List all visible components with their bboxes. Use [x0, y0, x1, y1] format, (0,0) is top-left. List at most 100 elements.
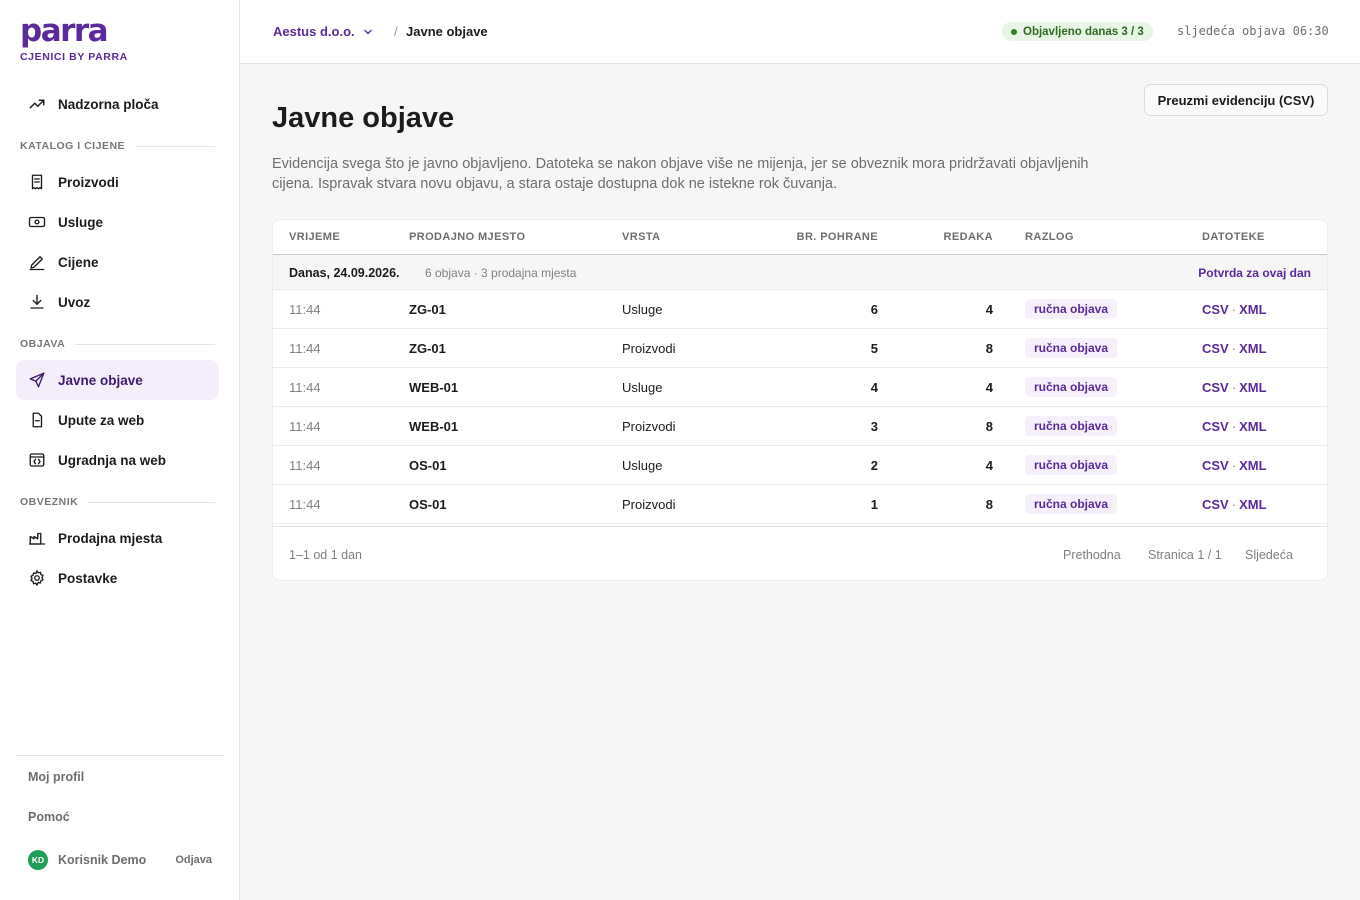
table-row: 11:44 WEB-01 Usluge 4 4 ručna objava CSV… [273, 368, 1327, 407]
sidebar-item-public-posts[interactable]: Javne objave [16, 360, 219, 400]
next-page-button[interactable]: Sljedeća [1245, 548, 1293, 562]
cell-time: 11:44 [289, 302, 321, 317]
xml-link[interactable]: XML [1239, 419, 1266, 434]
cell-storage: 4 [870, 380, 878, 395]
topbar: Aestus d.o.o. / Javne objave Objavljeno … [240, 0, 1360, 64]
sidebar-item-services[interactable]: Usluge [16, 202, 219, 242]
cell-rows: 8 [985, 341, 993, 356]
section-title: OBVEZNIK [20, 496, 79, 508]
status-badge: Objavljeno danas 3 / 3 [1002, 22, 1153, 41]
csv-link[interactable]: CSV [1202, 302, 1229, 317]
csv-link[interactable]: CSV [1202, 380, 1229, 395]
csv-link[interactable]: CSV [1202, 458, 1229, 473]
main-content: Javne objave Preuzmi evidenciju (CSV) Ev… [240, 64, 1360, 900]
sidebar-item-products[interactable]: Proizvodi [16, 162, 219, 202]
reason-badge: ručna objava [1025, 416, 1118, 436]
column-header-storage: BR. POHRANE [796, 231, 878, 243]
csv-link[interactable]: CSV [1202, 419, 1229, 434]
sidebar-item-label: Ugradnja na web [58, 452, 167, 468]
column-header-location: PRODAJNO MJESTO [409, 231, 526, 243]
code-window-icon [29, 453, 45, 467]
brand-logo[interactable]: parra CJENICI BY PARRA [20, 13, 128, 64]
download-icon [30, 294, 44, 309]
cell-location: ZG-01 [409, 341, 446, 356]
org-switcher[interactable]: Aestus d.o.o. [273, 24, 373, 39]
page-title: Javne objave [272, 102, 455, 134]
file-separator: · [1231, 341, 1237, 356]
cell-location: OS-01 [409, 497, 447, 512]
xml-link[interactable]: XML [1239, 458, 1266, 473]
breadcrumb-separator: / [394, 24, 398, 39]
xml-link[interactable]: XML [1239, 497, 1266, 512]
table-row: 11:44 WEB-01 Proizvodi 3 8 ručna objava … [273, 407, 1327, 446]
sidebar-item-label: Prodajna mjesta [58, 530, 163, 546]
cell-files: CSV · XML [1202, 419, 1267, 434]
csv-link[interactable]: CSV [1202, 497, 1229, 512]
section-title: OBJAVA [20, 338, 66, 350]
sidebar-item-settings[interactable]: Postavke [16, 558, 219, 598]
file-separator: · [1231, 458, 1237, 473]
day-confirmation-link[interactable]: Potvrda za ovaj dan [1198, 266, 1311, 280]
cell-storage: 2 [870, 458, 878, 473]
table-footer: 1–1 od 1 dan Prethodna Stranica 1 / 1 Sl… [273, 526, 1327, 582]
xml-link[interactable]: XML [1239, 341, 1266, 356]
pencil-icon [29, 256, 45, 271]
sidebar-item-prices[interactable]: Cijene [16, 242, 219, 282]
table-header: VRIJEME PRODAJNO MJESTO VRSTA BR. POHRAN… [273, 220, 1327, 255]
user-row: KD Korisnik Demo Odjava [28, 850, 212, 870]
cell-files: CSV · XML [1202, 380, 1267, 395]
csv-link[interactable]: CSV [1202, 341, 1229, 356]
column-header-reason: RAZLOG [1025, 231, 1074, 243]
sidebar-item-web-guide[interactable]: Upute za web [16, 400, 219, 440]
reason-badge: ručna objava [1025, 299, 1118, 319]
cell-storage: 3 [870, 419, 878, 434]
cell-storage: 1 [870, 497, 878, 512]
cell-files: CSV · XML [1202, 497, 1267, 512]
table-row: 11:44 ZG-01 Usluge 6 4 ručna objava CSV ·… [273, 290, 1327, 329]
cell-time: 11:44 [289, 341, 321, 356]
breadcrumb-current: Javne objave [406, 24, 488, 39]
cell-location: WEB-01 [409, 380, 459, 395]
next-publication-time: sljedeća objava 06:30 [1177, 24, 1329, 38]
sidebar-item-import[interactable]: Uvoz [16, 282, 219, 322]
cell-time: 11:44 [289, 458, 321, 473]
cell-location: ZG-01 [409, 302, 446, 317]
column-header-files: DATOTEKE [1202, 231, 1265, 243]
sidebar-item-label: Upute za web [58, 412, 145, 428]
brand-wordmark: parra [20, 13, 109, 49]
xml-link[interactable]: XML [1239, 302, 1266, 317]
status-badge-label: Objavljeno danas 3 / 3 [1023, 25, 1144, 38]
cell-type: Usluge [622, 302, 663, 317]
table-row: 11:44 OS-01 Usluge 2 4 ručna objava CSV ·… [273, 446, 1327, 485]
publications-table: VRIJEME PRODAJNO MJESTO VRSTA BR. POHRAN… [272, 219, 1328, 581]
cell-rows: 4 [985, 458, 993, 473]
page-indicator: Stranica 1 / 1 [1148, 548, 1222, 562]
brand-tagline: CJENICI BY PARRA [20, 51, 128, 63]
section-title: KATALOG I CIJENE [20, 140, 126, 152]
cell-rows: 4 [985, 380, 993, 395]
sidebar-item-label: Usluge [58, 214, 104, 230]
pagination-range: 1–1 od 1 dan [289, 548, 362, 562]
status-dot-icon [1011, 28, 1017, 35]
org-name: Aestus d.o.o. [273, 24, 355, 39]
column-header-rows: REDAKA [943, 231, 993, 243]
user-name: Korisnik Demo [58, 853, 147, 867]
help-link[interactable]: Pomoć [28, 810, 70, 824]
cell-type: Proizvodi [622, 341, 676, 356]
cell-time: 11:44 [289, 497, 321, 512]
table-row: 11:44 ZG-01 Proizvodi 5 8 ručna objava C… [273, 329, 1327, 368]
reason-badge: ručna objava [1025, 494, 1118, 514]
xml-link[interactable]: XML [1239, 380, 1266, 395]
cell-location: WEB-01 [409, 419, 459, 434]
export-csv-button[interactable]: Preuzmi evidenciju (CSV) [1144, 84, 1328, 116]
cell-storage: 5 [870, 341, 878, 356]
profile-link[interactable]: Moj profil [28, 770, 84, 784]
cell-rows: 8 [985, 497, 993, 512]
sidebar-item-web-embed[interactable]: Ugradnja na web [16, 440, 219, 480]
logout-button[interactable]: Odjava [175, 854, 212, 866]
prev-page-button[interactable]: Prethodna [1063, 548, 1121, 562]
avatar: KD [28, 850, 48, 870]
sidebar-section-publish: OBJAVA [20, 338, 215, 350]
sidebar-item-dashboard[interactable]: Nadzorna ploča [16, 84, 219, 124]
sidebar-item-sales-points[interactable]: Prodajna mjesta [16, 518, 219, 558]
